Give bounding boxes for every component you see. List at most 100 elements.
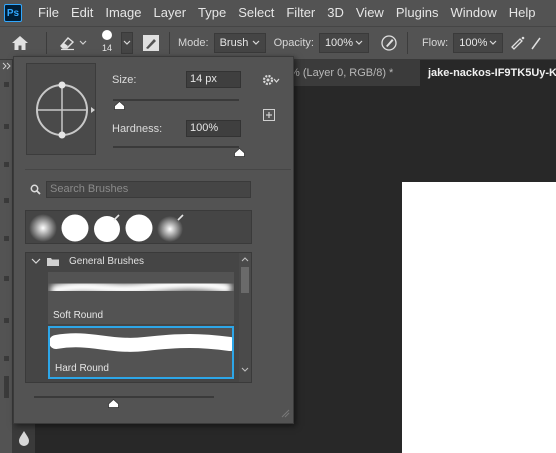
menu-window[interactable]: Window [444,0,502,26]
menu-plugins[interactable]: Plugins [390,0,445,26]
chevron-down-icon [123,40,131,45]
menu-help[interactable]: Help [503,0,542,26]
soft-stroke-preview [50,278,232,296]
mode-label: Mode: [178,37,209,49]
size-field[interactable]: 14 px [186,71,241,88]
opacity-field[interactable]: 100% [318,33,369,53]
resize-grip-icon[interactable] [280,408,290,418]
mode-value: Brush [219,37,249,49]
folder-icon [47,258,59,266]
gear-icon[interactable] [262,73,280,87]
opacity-value: 100% [324,37,354,49]
brush-picker-toggle[interactable] [121,32,133,54]
drop-icon [19,431,29,446]
brush-angle-preview[interactable] [26,63,96,155]
pressure-pen-icon [381,35,397,51]
pressure-opacity-button[interactable] [377,31,401,55]
new-preset-icon[interactable] [263,109,275,121]
chevron-down-icon [252,40,260,45]
menu-filter[interactable]: Filter [280,0,321,26]
airbrush-button[interactable] [507,31,529,55]
blur-tool-button[interactable] [13,424,35,453]
recent-brush-soft[interactable] [28,213,58,243]
smoothing-icon [531,37,541,50]
brush-settings-icon [143,35,159,51]
preview-size-slider-thumb[interactable] [108,399,119,408]
document-canvas[interactable] [402,182,556,453]
menu-file[interactable]: File [32,0,65,26]
chevron-down-icon [31,258,41,264]
menu-layer[interactable]: Layer [148,0,193,26]
scrollbar-thumb[interactable] [241,267,249,293]
chevron-down-icon [241,367,249,372]
menu-image[interactable]: Image [99,0,147,26]
tool-slot[interactable] [4,376,9,398]
chevron-down-icon [489,40,497,45]
menu-view[interactable]: View [350,0,390,26]
home-icon [12,36,28,50]
brush-list-scrollbar[interactable] [239,253,251,382]
recent-brush-hard-2[interactable] [124,213,154,243]
flow-field[interactable]: 100% [453,33,504,53]
smoothing-button[interactable] [529,31,543,55]
size-label: Size: [112,74,137,86]
recent-brushes [25,210,252,244]
brush-settings-panel-button[interactable] [139,31,163,55]
separator [46,32,47,54]
opacity-label: Opacity: [273,37,314,49]
hardness-field[interactable]: 100% [186,120,241,137]
menu-type[interactable]: Type [192,0,232,26]
photoshop-logo[interactable]: Ps [4,4,22,22]
brush-item-hard-round[interactable]: Hard Round [48,326,234,379]
tool-slot[interactable] [4,82,9,87]
tab-layer0[interactable]: % (Layer 0, RGB/8) * [282,60,420,86]
brush-group-label: General Brushes [69,256,145,267]
separator [169,32,170,54]
brush-item-soft-round[interactable]: Soft Round [48,272,234,324]
home-button[interactable] [0,26,40,60]
brush-name: Soft Round [53,310,104,321]
tool-slot[interactable] [4,162,9,167]
preview-size-slider[interactable] [34,396,214,398]
search-icon [30,184,41,195]
tab-label: % (Layer 0, RGB/8) * [290,67,394,79]
tab-jake-nackos[interactable]: jake-nackos-IF9TK5Uy-KI-unsplash [420,60,556,86]
mode-dropdown[interactable]: Brush [213,33,266,53]
collapse-chevron-icon[interactable] [2,62,12,70]
recent-brush-hard[interactable] [60,213,90,243]
options-bar: 14 Mode: Brush Opacity: 100% Flow: 100% [0,26,556,60]
tool-slot[interactable] [4,356,9,361]
size-slider[interactable] [113,99,239,101]
airbrush-icon [511,36,525,50]
recent-brush-hard-pressure[interactable] [92,213,122,243]
tab-label: jake-nackos-IF9TK5Uy-KI-unsplash [428,67,556,79]
brush-group-general[interactable]: General Brushes [26,253,239,271]
brush-search-input[interactable]: Search Brushes [46,181,251,198]
tool-slot[interactable] [4,198,9,203]
tool-preset-picker[interactable] [53,26,93,60]
size-slider-thumb[interactable] [113,101,125,110]
flow-value: 100% [459,37,488,49]
menu-bar: Ps File Edit Image Layer Type Select Fil… [0,0,556,26]
brush-preset-picker[interactable]: 14 [93,26,121,60]
tool-slot[interactable] [4,236,9,241]
brush-preset-picker-panel: Size: 14 px Hardness: 100% Search Brushe… [13,56,294,424]
tools-panel [0,60,13,453]
tool-slot[interactable] [4,318,9,323]
recent-brush-soft-pressure[interactable] [156,213,186,243]
tool-slot[interactable] [4,124,9,129]
brush-angle-roundness-icon [36,81,95,139]
eraser-icon [60,37,87,51]
brush-name: Hard Round [55,363,109,374]
hard-stroke-preview [50,333,232,352]
menu-select[interactable]: Select [232,0,280,26]
divider [25,169,291,170]
tool-slot[interactable] [4,276,9,281]
brush-list: General Brushes Soft Round Hard Round [25,252,252,383]
hardness-slider-thumb[interactable] [234,148,245,157]
hardness-slider[interactable] [113,146,239,148]
chevron-down-icon [355,40,363,45]
menu-edit[interactable]: Edit [65,0,99,26]
menu-3d[interactable]: 3D [321,0,350,26]
brush-size-readout: 14 [101,43,112,53]
